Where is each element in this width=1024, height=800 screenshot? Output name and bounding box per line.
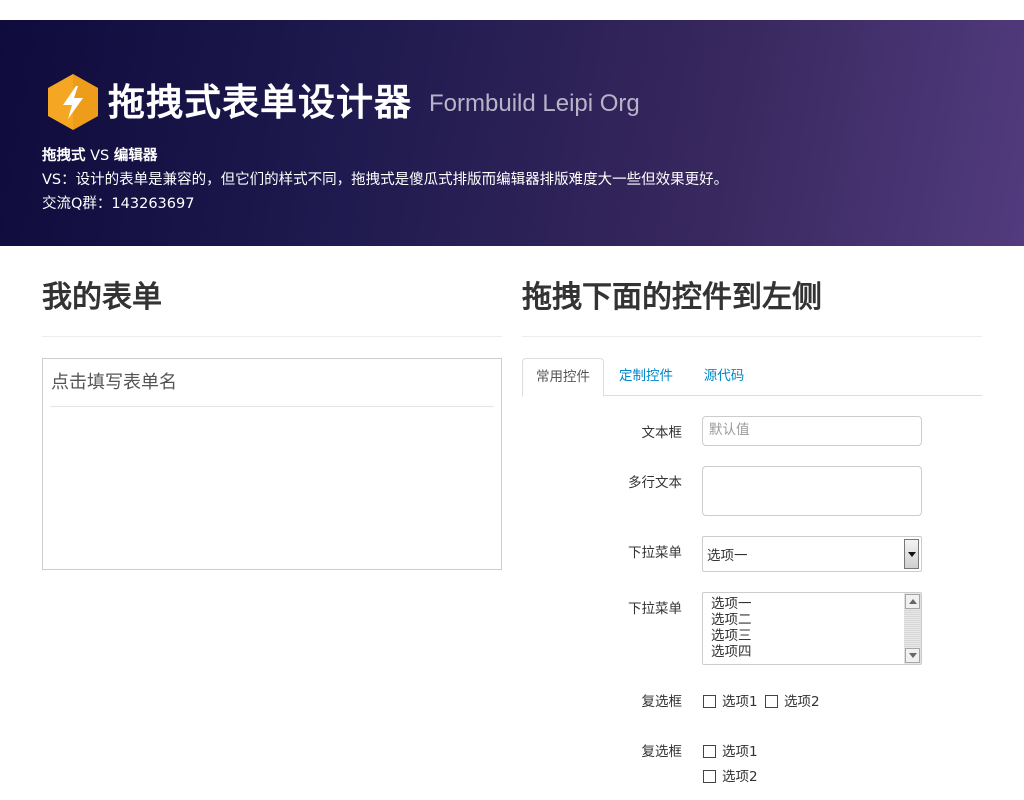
tagline-bold-1: 拖拽式 bbox=[42, 148, 86, 164]
form-canvas[interactable]: 点击填写表单名 bbox=[42, 358, 502, 570]
lightning-hexagon-logo bbox=[48, 74, 98, 130]
textarea-input[interactable] bbox=[702, 466, 922, 516]
right-divider bbox=[522, 336, 982, 337]
select-label: 下拉菜单 bbox=[628, 545, 682, 561]
my-form-title: 我的表单 bbox=[42, 280, 162, 315]
left-divider bbox=[42, 336, 502, 337]
header-banner: 拖拽式表单设计器 Formbuild Leipi Org 拖拽式 VS 编辑器 … bbox=[0, 20, 1024, 246]
header-qq-group: 交流Q群：143263697 bbox=[42, 196, 195, 212]
list-item[interactable]: 选项四 bbox=[711, 644, 752, 660]
checkbox-inline-label: 复选框 bbox=[641, 694, 683, 710]
tab-common-controls[interactable]: 常用控件 bbox=[522, 358, 604, 397]
tab-source-code[interactable]: 源代码 bbox=[700, 358, 748, 396]
multi-select-listbox[interactable]: 选项一 选项二 选项三 选项四 bbox=[702, 592, 922, 665]
chevron-down-icon[interactable] bbox=[904, 539, 919, 569]
checkbox-stacked-2-label: 选项2 bbox=[722, 769, 758, 785]
tab-custom-controls[interactable]: 定制控件 bbox=[616, 358, 676, 396]
list-item[interactable]: 选项一 bbox=[711, 596, 752, 612]
list-item[interactable]: 选项二 bbox=[711, 612, 752, 628]
textarea-label: 多行文本 bbox=[628, 475, 682, 491]
checkbox-stacked-1[interactable] bbox=[703, 745, 716, 758]
checkbox-stacked-1-label: 选项1 bbox=[722, 744, 758, 760]
select-dropdown[interactable]: 选项一 bbox=[702, 536, 922, 572]
header-tagline: 拖拽式 VS 编辑器 bbox=[42, 144, 157, 165]
checkbox-inline-2-label: 选项2 bbox=[784, 694, 820, 710]
listbox-scrollbar[interactable] bbox=[904, 593, 921, 664]
page-title: 拖拽式表单设计器 bbox=[108, 81, 412, 124]
text-field-input[interactable]: 默认值 bbox=[702, 416, 922, 446]
tagline-vs: VS bbox=[85, 148, 114, 164]
tagline-bold-2: 编辑器 bbox=[113, 148, 158, 164]
checkbox-stacked-2[interactable] bbox=[703, 770, 716, 783]
controls-title: 拖拽下面的控件到左侧 bbox=[522, 280, 822, 315]
scroll-up-icon[interactable] bbox=[905, 594, 920, 609]
text-field-label: 文本框 bbox=[641, 425, 683, 441]
page-subtitle: Formbuild Leipi Org bbox=[429, 90, 640, 117]
header-description: VS：设计的表单是兼容的，但它们的样式不同，拖拽式是傻瓜式排版而编辑器排版难度大… bbox=[42, 172, 729, 188]
listbox-label: 下拉菜单 bbox=[628, 601, 682, 617]
list-item[interactable]: 选项三 bbox=[711, 628, 752, 644]
controls-tabs: 常用控件 定制控件 源代码 bbox=[522, 358, 982, 397]
form-name-field[interactable]: 点击填写表单名 bbox=[50, 371, 494, 407]
checkbox-inline-1-label: 选项1 bbox=[722, 694, 758, 710]
scroll-down-icon[interactable] bbox=[905, 648, 920, 663]
select-value: 选项一 bbox=[707, 548, 748, 564]
checkbox-inline-2[interactable] bbox=[765, 695, 778, 708]
checkbox-stacked-label: 复选框 bbox=[641, 744, 683, 760]
checkbox-inline-1[interactable] bbox=[703, 695, 716, 708]
